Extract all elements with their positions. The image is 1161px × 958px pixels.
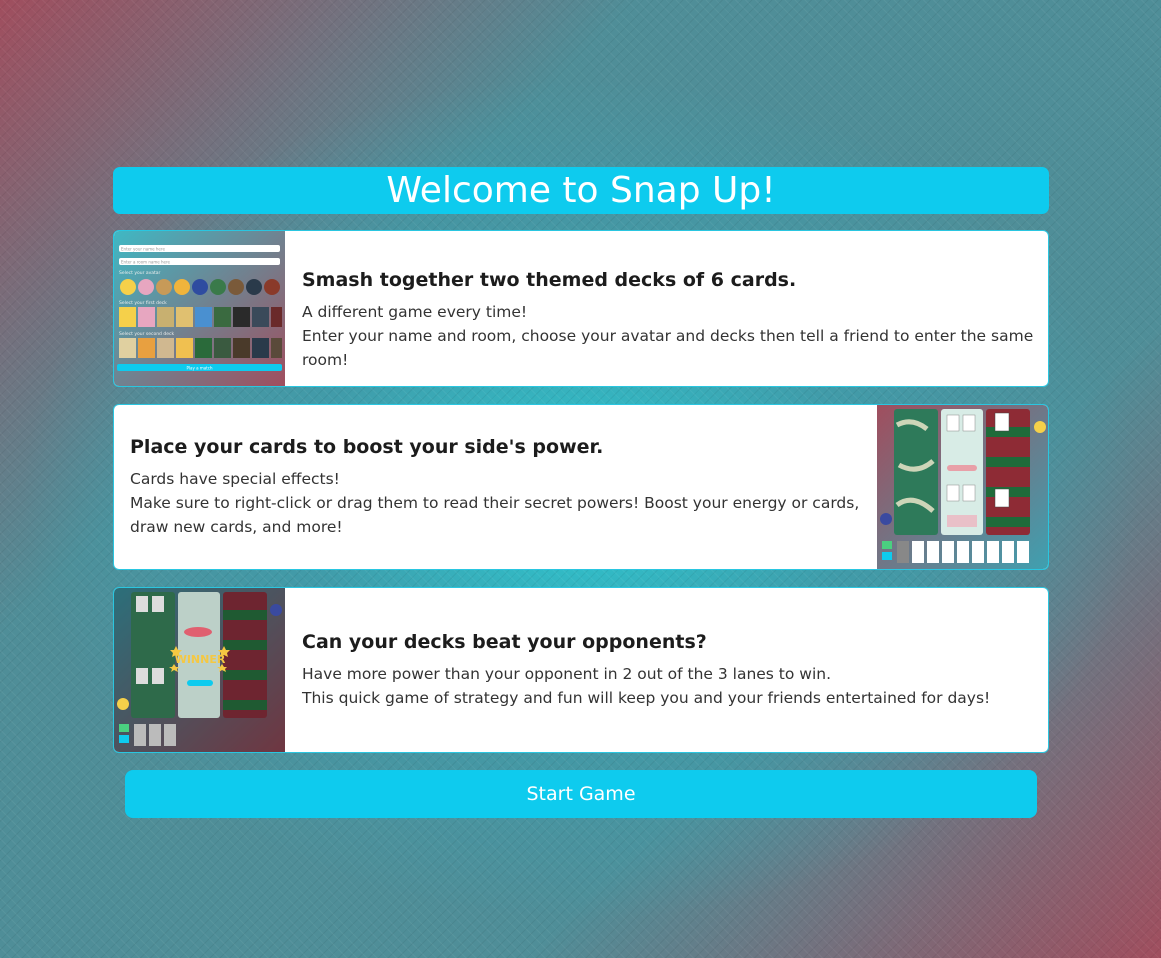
winner-screen-thumbnail: WINNER (114, 588, 285, 752)
feature-card-cards-text: Place your cards to boost your side's po… (130, 436, 860, 539)
thumb-second-deck-label: Select your second deck (119, 331, 174, 337)
feature-line: This quick game of strategy and fun will… (302, 689, 991, 707)
feature-card-win: WINNER Can your decks beat your opponent… (113, 587, 1049, 753)
feature-heading: Place your cards to boost your side's po… (130, 436, 604, 458)
start-game-button[interactable]: Start Game (125, 770, 1037, 818)
setup-screen-thumbnail: Enter your name here Enter a room name h… (114, 231, 285, 386)
feature-line: Have more power than your opponent in 2 … (302, 665, 832, 683)
feature-line: A different game every time! (302, 303, 528, 321)
feature-line: Enter your name and room, choose your av… (302, 327, 1034, 369)
thumb-play-button-label: Play a match (187, 366, 213, 371)
feature-card-decks-text: Smash together two themed decks of 6 car… (302, 269, 1037, 372)
feature-card-win-text: Can your decks beat your opponents? Have… (302, 631, 1037, 710)
page-title: Welcome to Snap Up! (113, 167, 1049, 214)
feature-card-decks: Enter your name here Enter a room name h… (113, 230, 1049, 387)
thumb-first-deck-label: Select your first deck (119, 300, 167, 306)
thumb-avatar-label: Select your avatar (119, 270, 161, 276)
feature-heading: Can your decks beat your opponents? (302, 631, 707, 653)
feature-card-cards: Place your cards to boost your side's po… (113, 404, 1049, 570)
thumb-room-placeholder: Enter a room name here (121, 260, 171, 265)
gameplay-board-thumbnail (877, 405, 1048, 569)
feature-heading: Smash together two themed decks of 6 car… (302, 269, 797, 291)
feature-line: Make sure to right-click or drag them to… (130, 494, 860, 536)
feature-line: Cards have special effects! (130, 470, 340, 488)
thumb-winner-label: WINNER (175, 653, 226, 666)
thumb-name-placeholder: Enter your name here (121, 247, 165, 252)
